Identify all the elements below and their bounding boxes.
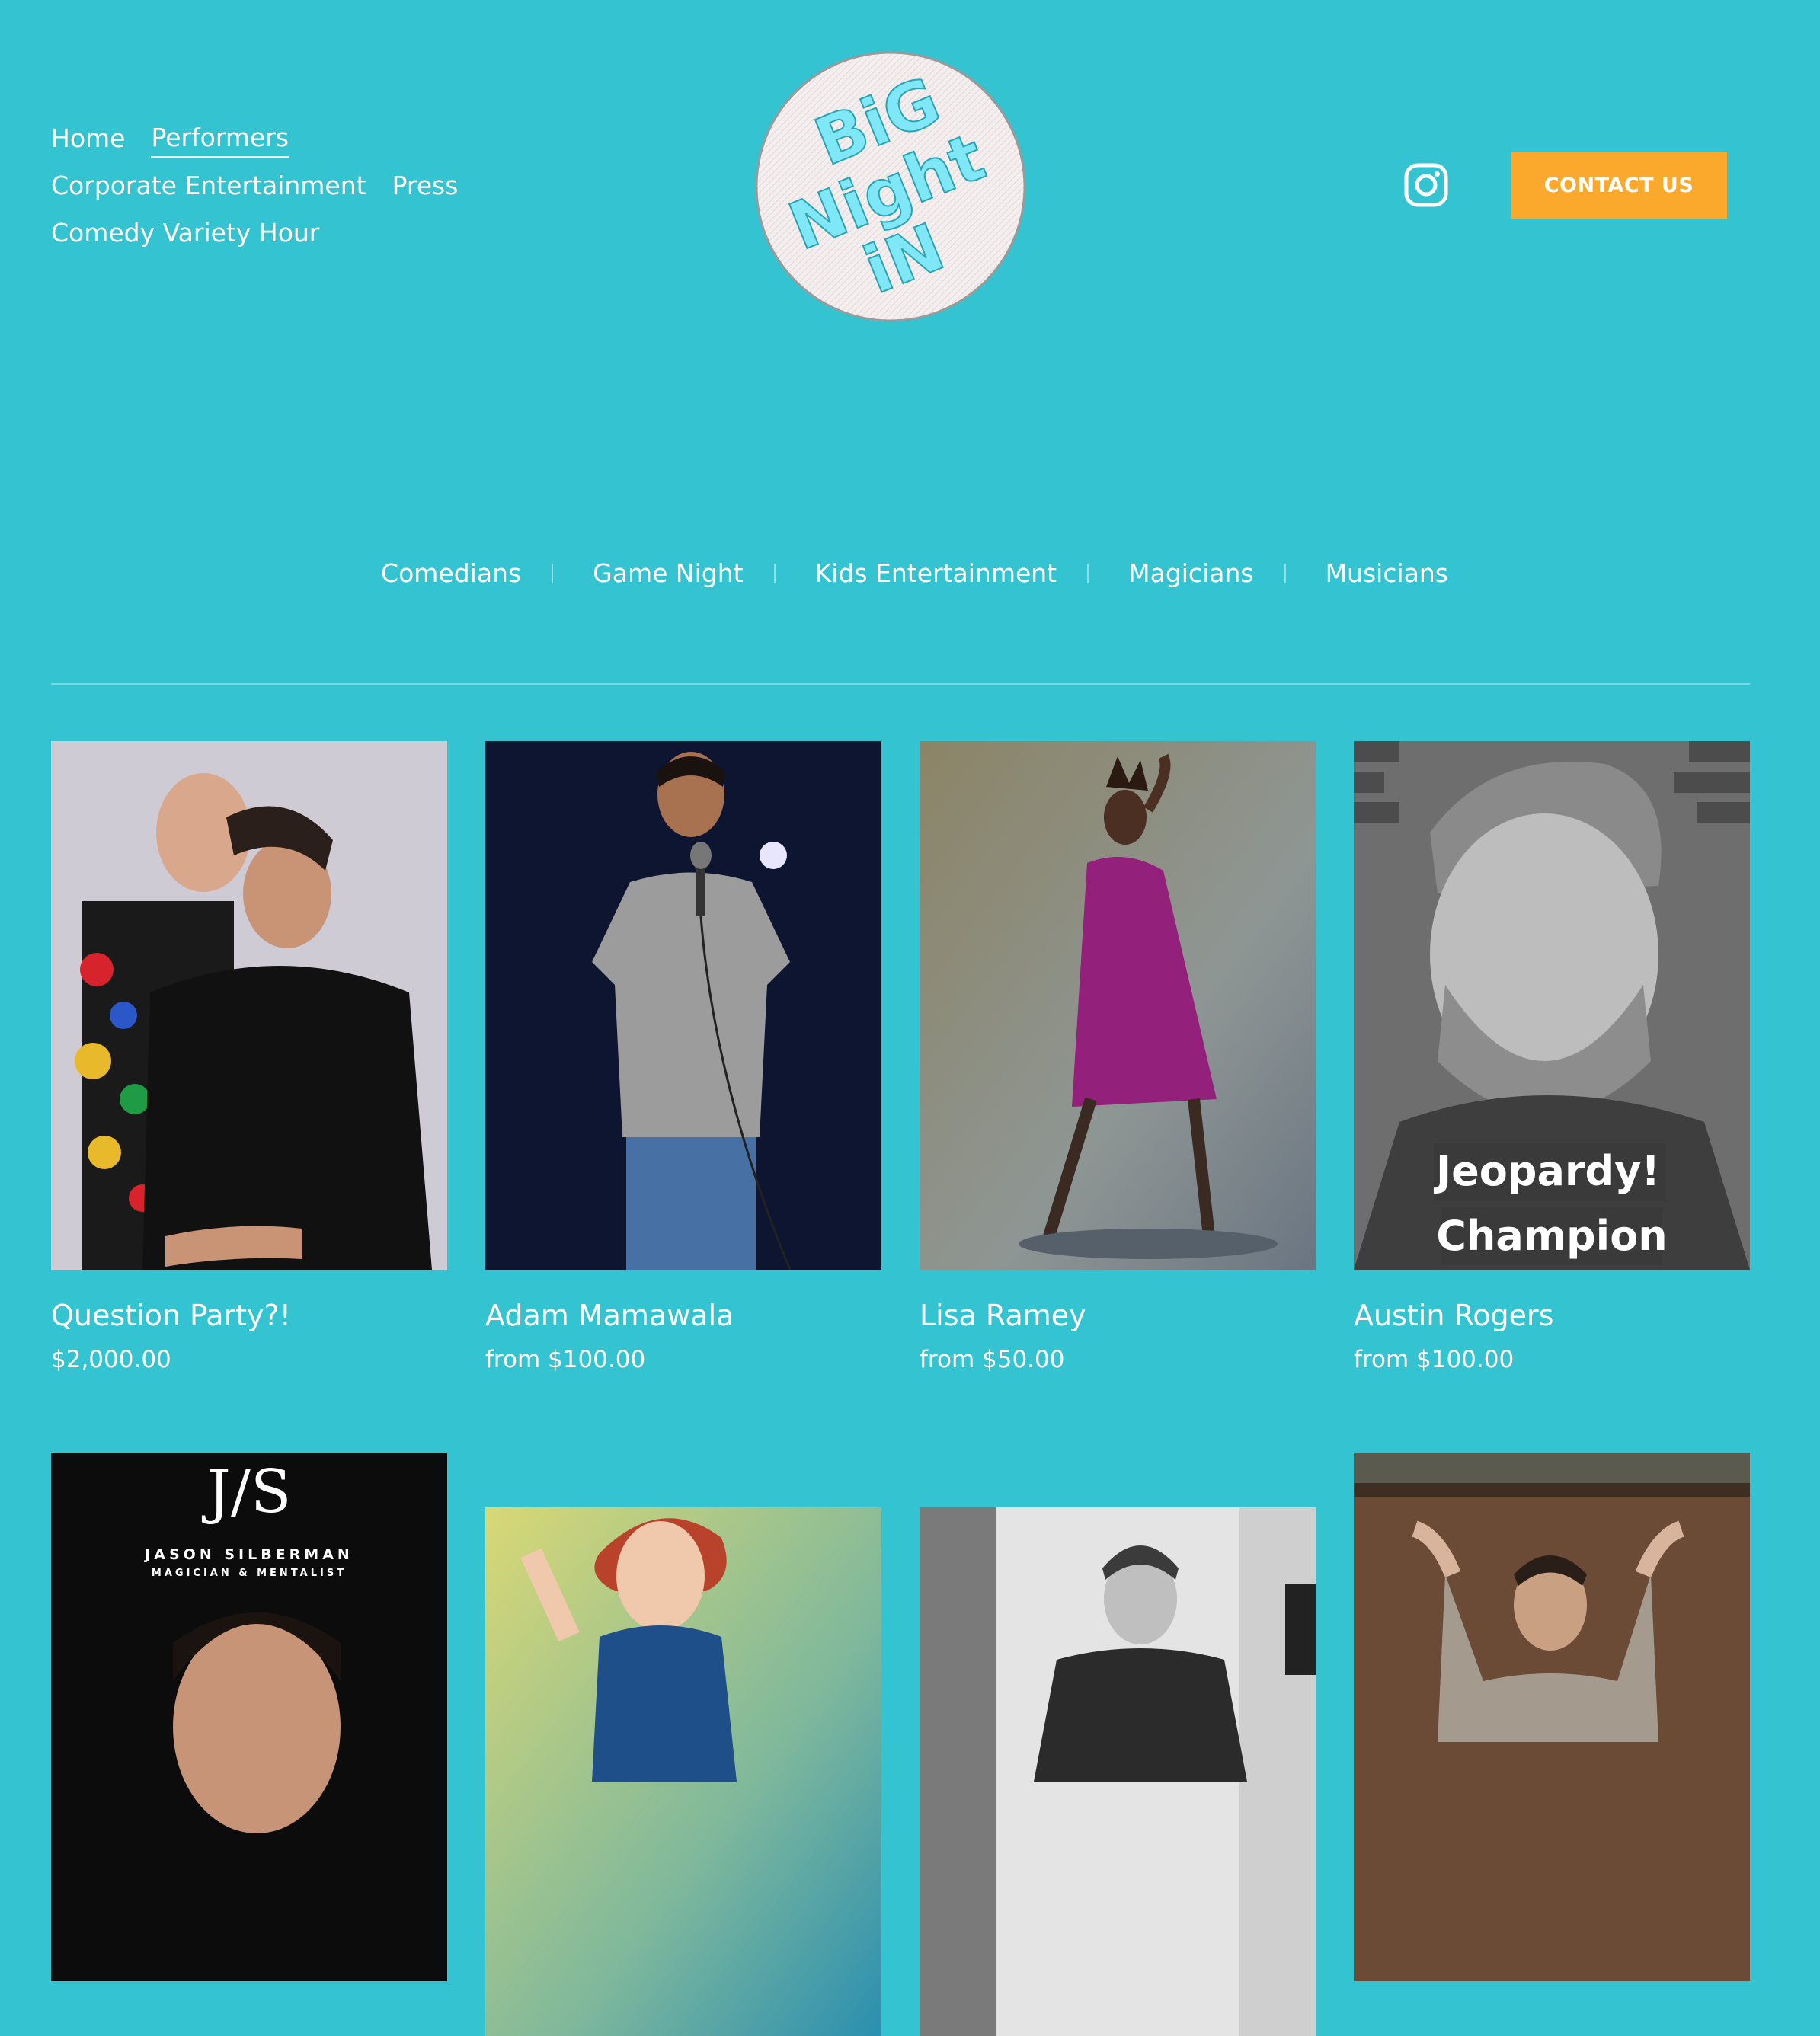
category-filter-nav: Comedians Game Night Kids Entertainment … — [0, 558, 1820, 588]
nav-performers-link[interactable]: Performers — [151, 125, 289, 158]
section-divider — [51, 683, 1750, 685]
product-price: from $100.00 — [1354, 1345, 1515, 1373]
category-separator — [552, 563, 554, 583]
product-image — [485, 1507, 881, 2036]
product-card-3[interactable] — [920, 1507, 1316, 2036]
product-title: Question Party?! — [51, 1299, 291, 1332]
product-price: from $50.00 — [920, 1345, 1065, 1373]
nav-row-2: Corporate Entertainment Press — [51, 161, 478, 209]
product-title: Lisa Ramey — [920, 1299, 1086, 1332]
product-card-lisa-ramey[interactable]: Lisa Ramey from $50.00 — [920, 741, 1316, 1374]
category-separator — [1284, 563, 1286, 583]
brand-subtitle: MAGICIAN & MENTALIST — [152, 1568, 347, 1579]
product-price: from $100.00 — [485, 1345, 646, 1373]
champion-overlay-text: Champion — [1436, 1212, 1668, 1260]
product-image — [920, 1507, 1316, 2036]
nav-corporate-entertainment-link[interactable]: Corporate Entertainment — [51, 173, 366, 198]
big-night-in-logo: BiG Night iN — [755, 51, 1026, 322]
nav-row-3: Comedy Variety Hour — [51, 209, 478, 256]
product-title: Austin Rogers — [1354, 1299, 1554, 1332]
nav-comedy-variety-hour-link[interactable]: Comedy Variety Hour — [51, 220, 319, 245]
jeopardy-overlay-text: Jeopardy! — [1433, 1147, 1660, 1195]
product-title: Adam Mamawala — [485, 1299, 734, 1332]
product-image: J/S JASON SILBERMAN MAGICIAN & MENTALIST — [51, 1453, 447, 1981]
product-card-4[interactable] — [1354, 1453, 1750, 1981]
brand-name: JASON SILBERMAN — [143, 1546, 353, 1563]
category-game-night-link[interactable]: Game Night — [584, 558, 743, 588]
site-logo[interactable]: BiG Night iN — [754, 49, 1027, 324]
product-image — [920, 741, 1316, 1270]
category-magicians-link[interactable]: Magicians — [1119, 558, 1253, 588]
product-card-adam-mamawala[interactable]: Adam Mamawala from $100.00 — [485, 741, 881, 1374]
nav-press-link[interactable]: Press — [392, 173, 459, 198]
product-card-2[interactable] — [485, 1507, 881, 2036]
instagram-icon[interactable] — [1404, 163, 1448, 207]
product-image — [485, 741, 881, 1270]
category-comedians-link[interactable]: Comedians — [372, 558, 521, 588]
main-nav: Home Performers Corporate Entertainment … — [51, 114, 478, 256]
category-separator — [1087, 563, 1089, 583]
product-price: $2,000.00 — [51, 1345, 171, 1373]
nav-row-1: Home Performers — [51, 114, 478, 161]
category-musicians-link[interactable]: Musicians — [1316, 558, 1448, 588]
product-card-jason-silberman[interactable]: J/S JASON SILBERMAN MAGICIAN & MENTALIST — [51, 1453, 447, 1981]
category-separator — [773, 563, 776, 583]
product-image — [51, 741, 447, 1270]
category-kids-entertainment-link[interactable]: Kids Entertainment — [806, 558, 1057, 588]
product-card-austin-rogers[interactable]: Jeopardy! Champion Austin Rogers from $1… — [1354, 741, 1750, 1374]
product-image — [1354, 1453, 1750, 1981]
js-monogram: J/S — [202, 1458, 292, 1526]
product-image: Jeopardy! Champion — [1354, 741, 1750, 1270]
nav-home-link[interactable]: Home — [51, 126, 125, 151]
contact-us-button[interactable]: CONTACT US — [1511, 152, 1727, 219]
product-card-question-party[interactable]: Question Party?! $2,000.00 — [51, 741, 447, 1374]
